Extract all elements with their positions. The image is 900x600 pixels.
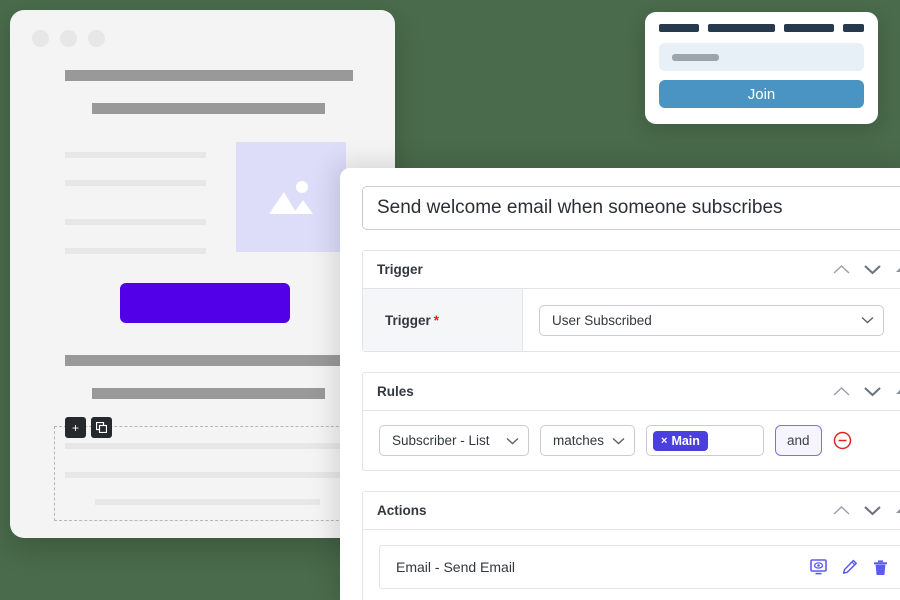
required-asterisk: * <box>433 312 440 328</box>
trigger-label-text: Trigger <box>385 312 431 328</box>
chevron-down-icon <box>506 437 519 444</box>
plus-icon: + <box>71 420 79 435</box>
action-name: Email - Send Email <box>396 559 516 575</box>
skeleton-text-1 <box>65 152 206 158</box>
window-traffic-lights <box>32 30 105 47</box>
skeleton-text-2 <box>65 180 206 186</box>
skeleton-text-7 <box>95 499 320 505</box>
rule-operator-value: matches any of <box>553 433 606 448</box>
nav-bar-2 <box>708 24 775 32</box>
nav-bar-1 <box>659 24 700 32</box>
skeleton-text-5 <box>65 443 345 449</box>
move-down-icon[interactable] <box>864 264 881 275</box>
rule-operator-select[interactable]: matches any of <box>540 425 635 456</box>
rule-value-input[interactable]: × Main <box>646 425 764 456</box>
section-actions-header: Actions <box>363 492 900 530</box>
section-rules-title: Rules <box>377 384 414 399</box>
collapse-icon[interactable] <box>895 387 900 396</box>
chevron-down-icon <box>612 437 625 444</box>
page-builder-mockup: + <box>10 10 395 538</box>
rule-field-value: Subscriber - List <box>392 433 490 448</box>
trigger-field-control: User Subscribed <box>523 289 900 351</box>
join-button[interactable]: Join <box>659 80 864 108</box>
card-nav-bars <box>659 24 864 32</box>
tag-remove-icon[interactable]: × <box>661 435 667 447</box>
move-up-icon[interactable] <box>833 505 850 516</box>
skeleton-heading-1 <box>65 70 353 81</box>
actions-list: Email - Send Email <box>363 530 900 600</box>
skeleton-heading-2 <box>92 103 325 114</box>
rule-field-select[interactable]: Subscriber - List <box>379 425 529 456</box>
section-trigger-controls <box>833 264 900 275</box>
remove-rule-button[interactable] <box>833 431 852 450</box>
section-trigger-title: Trigger <box>377 262 423 277</box>
and-toggle-button[interactable]: and <box>775 425 822 456</box>
move-down-icon[interactable] <box>864 386 881 397</box>
nav-bar-4 <box>843 24 864 32</box>
skeleton-heading-4 <box>92 388 325 399</box>
tag-main: × Main <box>653 430 708 451</box>
trigger-field-row: Trigger * User Subscribed <box>363 289 900 351</box>
dot-minimize-icon <box>60 30 77 47</box>
collapse-icon[interactable] <box>895 506 900 515</box>
rules-row: Subscriber - List matches any of × Main … <box>363 411 900 470</box>
skeleton-text-4 <box>65 248 206 254</box>
automation-panel: Send welcome email when someone subscrib… <box>340 168 900 600</box>
image-placeholder <box>236 142 346 252</box>
trigger-select-value: User Subscribed <box>552 312 652 328</box>
skeleton-text-6 <box>65 472 345 478</box>
section-actions: Actions Email - Send Email <box>362 491 900 600</box>
duplicate-block-button[interactable] <box>91 417 112 438</box>
section-actions-title: Actions <box>377 503 427 518</box>
image-icon <box>269 181 313 214</box>
move-up-icon[interactable] <box>833 386 850 397</box>
automation-title-input[interactable]: Send welcome email when someone subscrib… <box>362 186 900 230</box>
skeleton-heading-3 <box>65 355 353 366</box>
chevron-down-icon <box>861 316 874 324</box>
move-up-icon[interactable] <box>833 264 850 275</box>
remove-circle-icon <box>833 431 851 450</box>
edit-icon[interactable] <box>842 559 858 575</box>
signup-form-card: Join <box>645 12 878 124</box>
section-trigger: Trigger Trigger * User Subscribed <box>362 250 900 352</box>
email-placeholder <box>672 53 719 61</box>
section-actions-controls <box>833 505 900 516</box>
collapse-icon[interactable] <box>895 265 900 274</box>
dot-maximize-icon <box>88 30 105 47</box>
section-trigger-header: Trigger <box>363 251 900 289</box>
add-block-button[interactable]: + <box>65 417 86 438</box>
action-row[interactable]: Email - Send Email <box>379 545 900 589</box>
nav-bar-3 <box>783 24 835 32</box>
duplicate-icon <box>96 422 107 433</box>
skeleton-text-3 <box>65 219 206 225</box>
trigger-select[interactable]: User Subscribed <box>539 304 884 336</box>
section-rules: Rules Subscriber - List matches × Main a… <box>362 372 900 471</box>
trigger-field-label: Trigger * <box>363 289 523 351</box>
preview-icon[interactable] <box>810 559 827 575</box>
cta-button[interactable] <box>120 283 290 323</box>
section-rules-header: Rules <box>363 373 900 411</box>
block-toolbar: + <box>65 417 112 438</box>
dot-close-icon <box>32 30 49 47</box>
email-field[interactable] <box>659 43 864 71</box>
tag-label: Main <box>671 433 700 448</box>
section-rules-controls <box>833 386 900 397</box>
delete-icon[interactable] <box>873 559 888 576</box>
action-row-controls <box>810 559 888 576</box>
move-down-icon[interactable] <box>864 505 881 516</box>
